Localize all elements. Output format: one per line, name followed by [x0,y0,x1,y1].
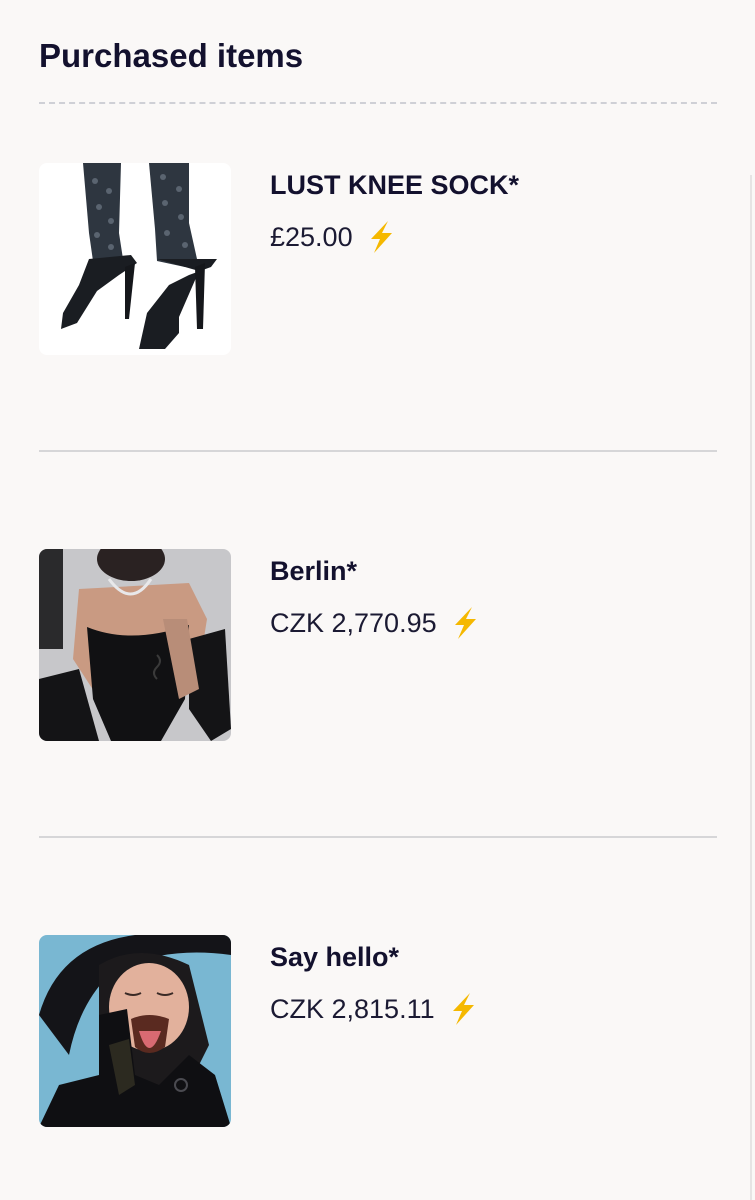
item-price: CZK 2,770.95 [270,608,437,638]
product-image-socks [39,163,231,355]
scroll-track [750,175,752,1200]
item-price: £25.00 [270,222,353,252]
row-divider [39,836,717,838]
header-divider [39,102,717,104]
product-thumbnail[interactable] [39,935,231,1127]
product-image-portrait [39,935,231,1127]
product-image-outfit [39,549,231,741]
item-name[interactable]: Say hello* [270,940,399,974]
item-price: CZK 2,815.11 [270,994,435,1024]
product-thumbnail[interactable] [39,163,231,355]
row-divider [39,450,717,452]
product-thumbnail[interactable] [39,549,231,741]
lightning-bolt-icon [454,607,476,639]
purchased-items-page: Purchased items LUST KNEE SOCK* £25.00 B… [0,0,755,1200]
lightning-bolt-icon [370,221,392,253]
price-row: CZK 2,815.11 [270,991,478,1027]
price-row: CZK 2,770.95 [270,605,480,641]
item-name[interactable]: LUST KNEE SOCK* [270,168,519,202]
price-row: £25.00 [270,219,396,255]
item-name[interactable]: Berlin* [270,554,357,588]
lightning-bolt-icon [452,993,474,1025]
page-title: Purchased items [39,37,304,74]
